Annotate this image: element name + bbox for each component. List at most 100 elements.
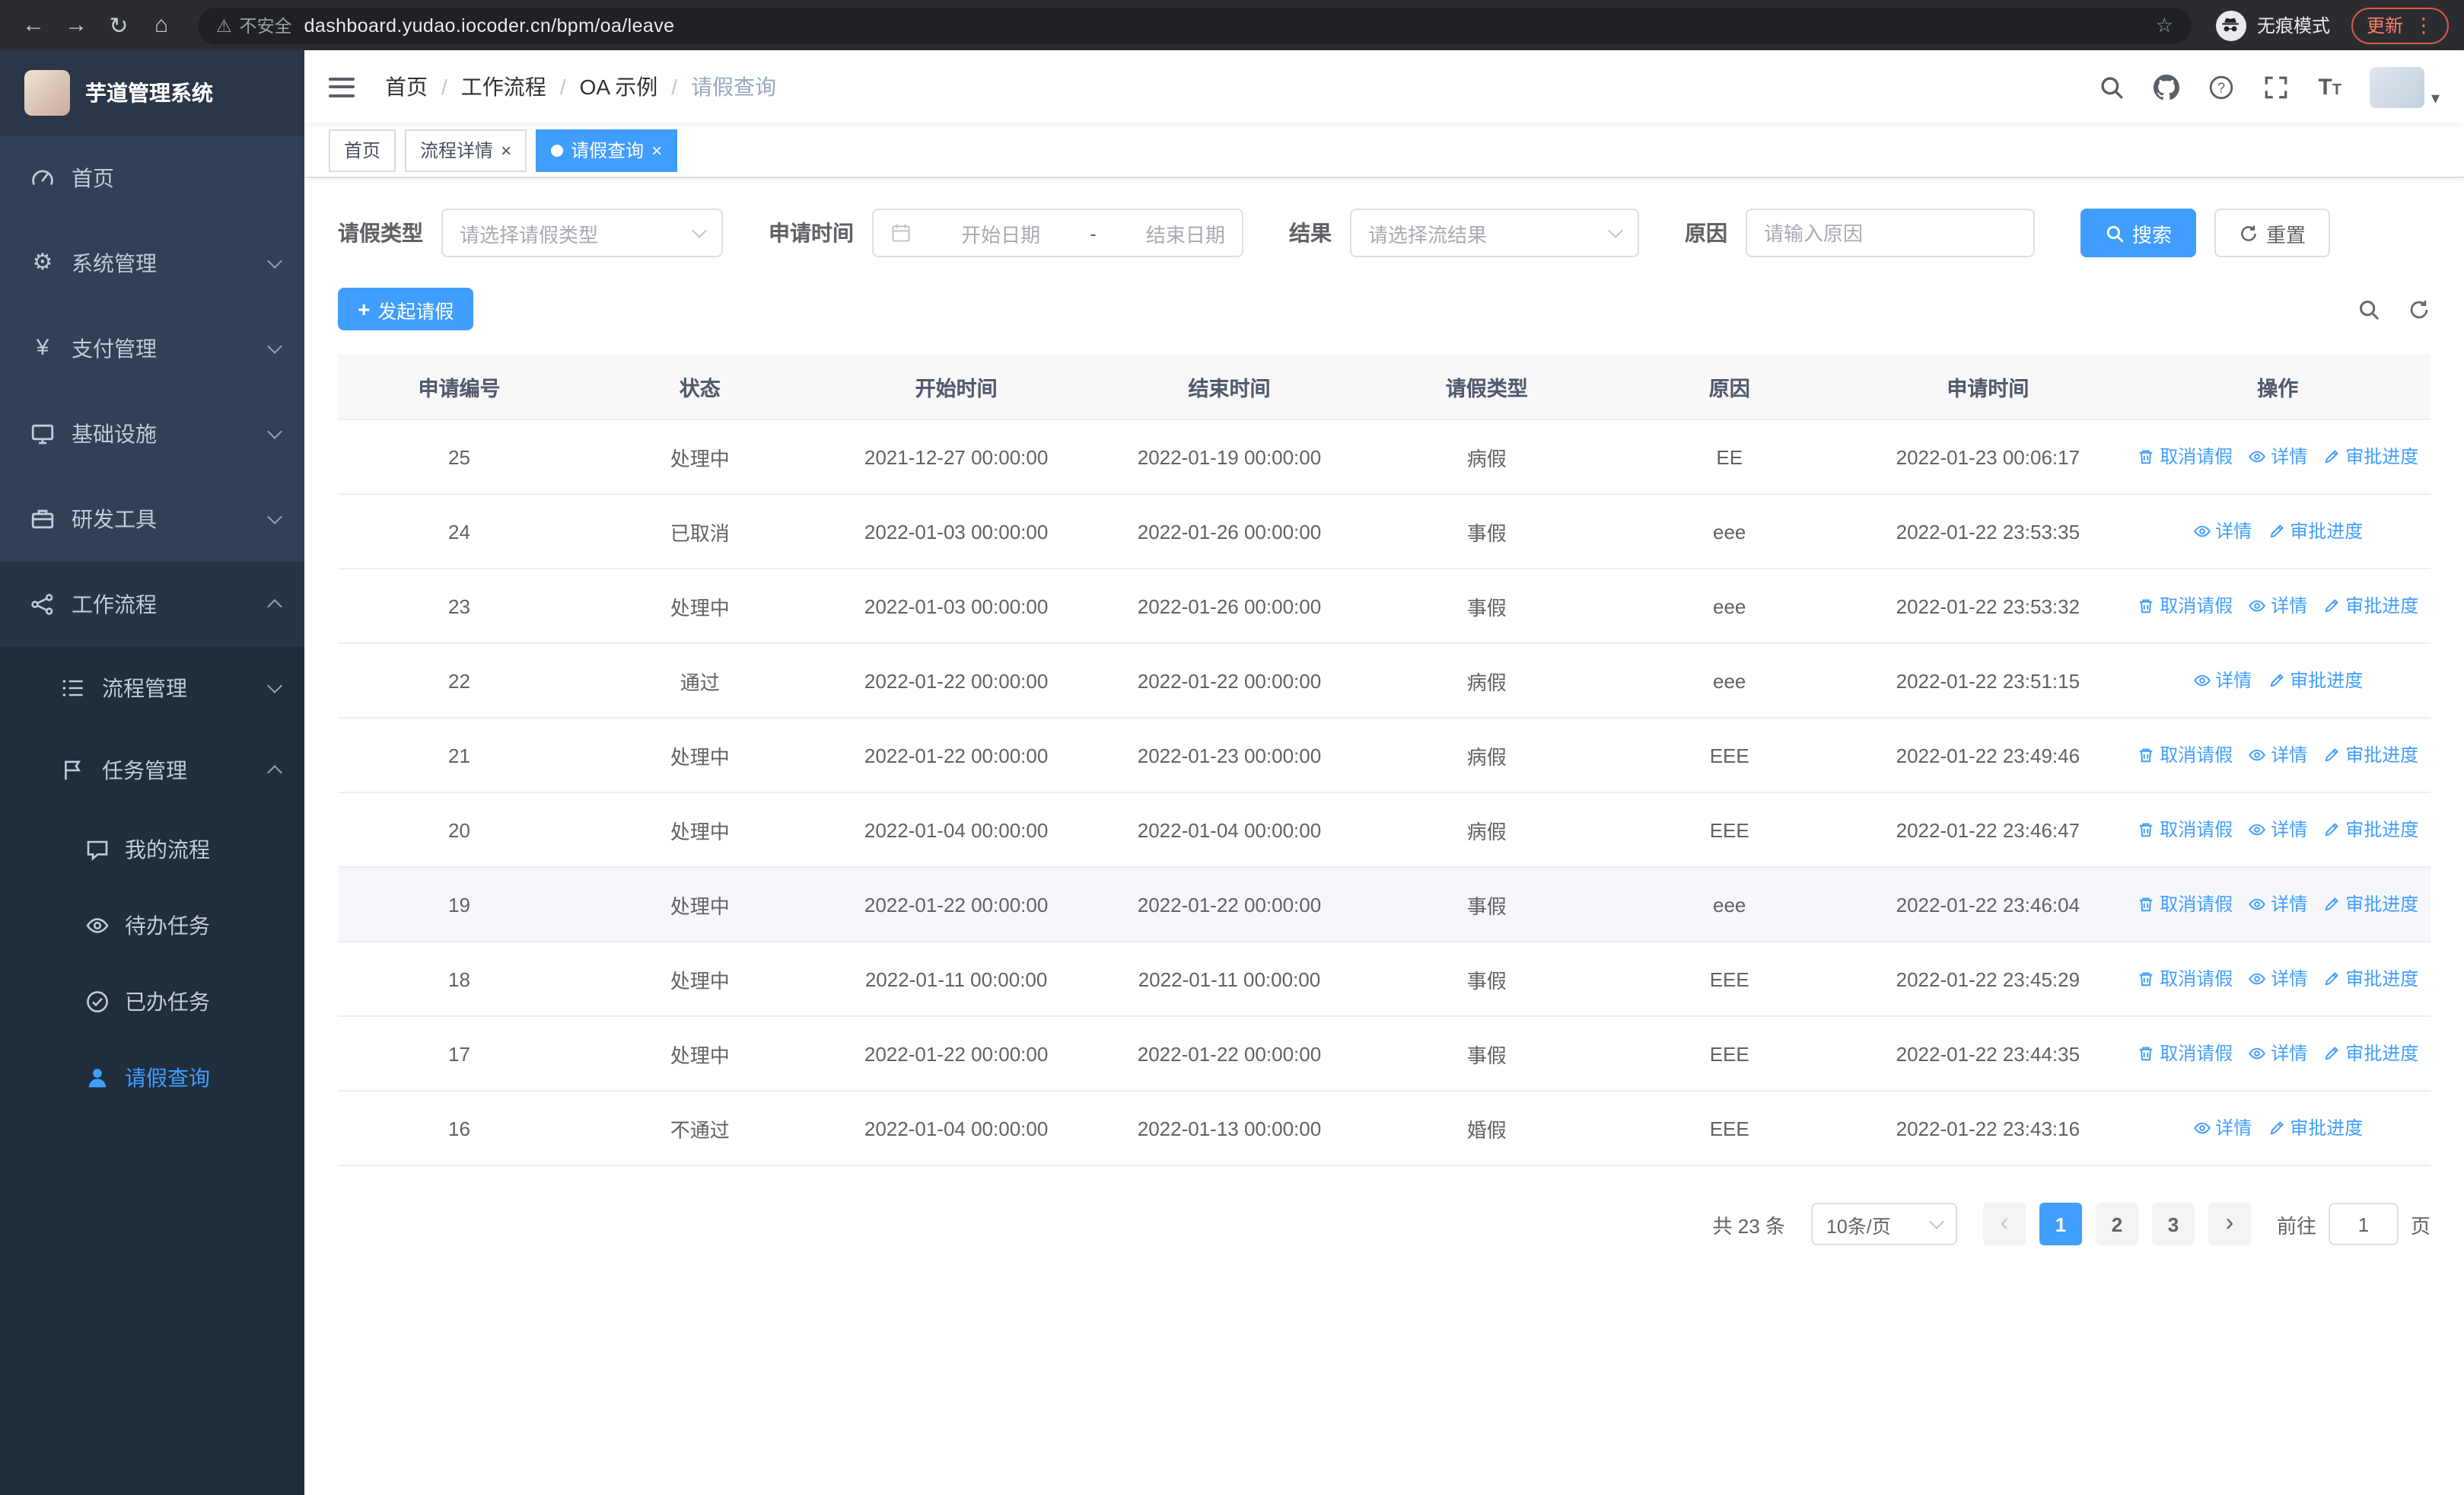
sidebar-item-dev-tools[interactable]: 研发工具 <box>0 477 304 562</box>
cell-leave-type: 病假 <box>1365 792 1609 868</box>
cell-apply-time: 2022-01-23 00:06:17 <box>1851 419 2125 495</box>
cell-leave-type: 事假 <box>1365 942 1609 1017</box>
page-size-select[interactable]: 10条/页 <box>1810 1203 1957 1245</box>
detail-link[interactable]: 详情 <box>2248 593 2307 619</box>
toggle-search-icon[interactable] <box>2357 298 2380 320</box>
address-bar[interactable]: ⚠ 不安全 dashboard.yudao.iocoder.cn/bpm/oa/… <box>198 7 2192 43</box>
cancel-leave-link[interactable]: 取消请假 <box>2137 817 2233 843</box>
sidebar-item-done-tasks[interactable]: 已办任务 <box>0 964 304 1040</box>
reset-button[interactable]: 重置 <box>2214 209 2331 257</box>
approval-progress-link[interactable]: 审批进度 <box>2322 891 2418 917</box>
view-icon <box>2192 1119 2211 1137</box>
user-menu[interactable]: ▾ <box>2370 66 2440 107</box>
cell-reason: EEE <box>1608 792 1851 868</box>
svg-text:?: ? <box>2217 79 2225 94</box>
approval-progress-link[interactable]: 审批进度 <box>2267 1115 2363 1141</box>
breadcrumb-oa-example[interactable]: OA 示例 <box>580 72 658 102</box>
back-icon[interactable]: ← <box>15 12 52 38</box>
breadcrumb-home[interactable]: 首页 <box>385 72 428 102</box>
chevron-down-icon <box>692 223 707 238</box>
approval-progress-link[interactable]: 审批进度 <box>2267 518 2363 544</box>
cancel-leave-link[interactable]: 取消请假 <box>2137 742 2233 768</box>
detail-link[interactable]: 详情 <box>2192 668 2252 693</box>
cell-apply-no: 21 <box>338 718 581 793</box>
approval-progress-link[interactable]: 审批进度 <box>2322 444 2418 470</box>
user-avatar[interactable] <box>2370 66 2425 107</box>
next-page-button[interactable]: › <box>2208 1203 2251 1245</box>
browser-menu-icon[interactable]: ⋮ <box>2414 13 2434 37</box>
result-select[interactable]: 请选择流结果 <box>1350 209 1639 257</box>
reason-input[interactable] <box>1746 209 2035 257</box>
home-icon[interactable]: ⌂ <box>143 12 180 38</box>
detail-link[interactable]: 详情 <box>2248 742 2307 768</box>
goto-label: 前往 <box>2276 1214 2316 1237</box>
approval-progress-link[interactable]: 审批进度 <box>2322 593 2418 619</box>
cancel-leave-link[interactable]: 取消请假 <box>2137 1041 2233 1066</box>
approval-progress-link[interactable]: 审批进度 <box>2322 742 2418 768</box>
help-icon[interactable]: ? <box>2208 74 2234 100</box>
url-text: dashboard.yudao.iocoder.cn/bpm/oa/leave <box>304 14 675 36</box>
search-icon[interactable] <box>2099 74 2125 100</box>
sidebar-item-task-mgmt[interactable]: 任务管理 <box>0 729 304 811</box>
github-icon[interactable] <box>2154 74 2180 100</box>
goto-page-input[interactable] <box>2328 1203 2399 1245</box>
table-row: 17 处理中 2022-01-22 00:00:00 2022-01-22 00:00… <box>338 1016 2431 1092</box>
approval-progress-link[interactable]: 审批进度 <box>2322 817 2418 843</box>
calendar-icon <box>892 224 910 242</box>
cancel-leave-link[interactable]: 取消请假 <box>2137 444 2233 470</box>
page-button-2[interactable]: 2 <box>2095 1203 2138 1245</box>
breadcrumb-workflow[interactable]: 工作流程 <box>461 72 546 102</box>
sidebar-item-payment-mgmt[interactable]: ¥ 支付管理 <box>0 306 304 391</box>
sidebar-item-infrastructure[interactable]: 基础设施 <box>0 391 304 477</box>
security-warning[interactable]: ⚠ 不安全 <box>216 13 292 37</box>
approval-progress-link[interactable]: 审批进度 <box>2322 966 2418 992</box>
reload-icon[interactable]: ↻ <box>100 11 137 39</box>
top-navbar: 首页 / 工作流程 / OA 示例 / 请假查询 ? T T ▾ <box>304 50 2464 123</box>
incognito-icon <box>2215 10 2246 40</box>
page-button-3[interactable]: 3 <box>2151 1203 2195 1245</box>
delete-icon <box>2137 821 2155 839</box>
search-button[interactable]: 搜索 <box>2080 209 2197 257</box>
detail-link[interactable]: 详情 <box>2192 518 2252 544</box>
total-count: 共 23 条 <box>1712 1214 1785 1237</box>
detail-link[interactable]: 详情 <box>2192 1115 2252 1141</box>
detail-link[interactable]: 详情 <box>2248 1041 2307 1066</box>
page-button-1[interactable]: 1 <box>2039 1203 2082 1245</box>
sidebar-item-leave-query[interactable]: 请假查询 <box>0 1040 304 1116</box>
leave-type-select[interactable]: 请选择请假类型 <box>441 209 723 257</box>
sidebar-item-my-processes[interactable]: 我的流程 <box>0 811 304 888</box>
prev-page-button[interactable]: ‹ <box>1982 1203 2026 1245</box>
tab-process-detail[interactable]: 流程详情 × <box>405 129 527 171</box>
sidebar-item-workflow[interactable]: 工作流程 <box>0 562 304 647</box>
detail-link[interactable]: 详情 <box>2248 966 2307 992</box>
cell-end-time: 2022-01-13 00:00:00 <box>1093 1091 1366 1166</box>
font-size-icon[interactable]: TT <box>2318 74 2341 100</box>
sidebar-item-process-mgmt[interactable]: 流程管理 <box>0 647 304 729</box>
create-leave-button[interactable]: + 发起请假 <box>338 288 474 330</box>
eye-icon <box>86 918 109 933</box>
cancel-leave-link[interactable]: 取消请假 <box>2137 891 2233 917</box>
close-icon[interactable]: × <box>651 141 662 159</box>
fullscreen-icon[interactable] <box>2263 74 2289 100</box>
edit-icon <box>2322 597 2341 615</box>
bookmark-star-icon[interactable]: ☆ <box>2156 13 2173 37</box>
detail-link[interactable]: 详情 <box>2248 817 2307 843</box>
cell-apply-no: 25 <box>338 419 581 495</box>
cancel-leave-link[interactable]: 取消请假 <box>2137 966 2233 992</box>
forward-icon[interactable]: → <box>58 12 94 38</box>
approval-progress-link[interactable]: 审批进度 <box>2267 668 2363 693</box>
sidebar-item-todo-tasks[interactable]: 待办任务 <box>0 888 304 964</box>
close-icon[interactable]: × <box>501 141 511 159</box>
sidebar-item-home[interactable]: 首页 <box>0 135 304 221</box>
refresh-table-icon[interactable] <box>2408 298 2431 320</box>
detail-link[interactable]: 详情 <box>2248 444 2307 470</box>
tab-leave-query[interactable]: 请假查询 × <box>536 129 678 171</box>
detail-link[interactable]: 详情 <box>2248 891 2307 917</box>
cancel-leave-link[interactable]: 取消请假 <box>2137 593 2233 619</box>
browser-update-button[interactable]: 更新 ⋮ <box>2351 7 2449 43</box>
apply-time-range-picker[interactable]: 开始日期 - 结束日期 <box>872 209 1243 257</box>
sidebar-item-system-mgmt[interactable]: ⚙ 系统管理 <box>0 221 304 306</box>
approval-progress-link[interactable]: 审批进度 <box>2322 1041 2418 1066</box>
tab-home[interactable]: 首页 <box>329 129 396 171</box>
collapse-sidebar-icon[interactable] <box>329 72 355 102</box>
